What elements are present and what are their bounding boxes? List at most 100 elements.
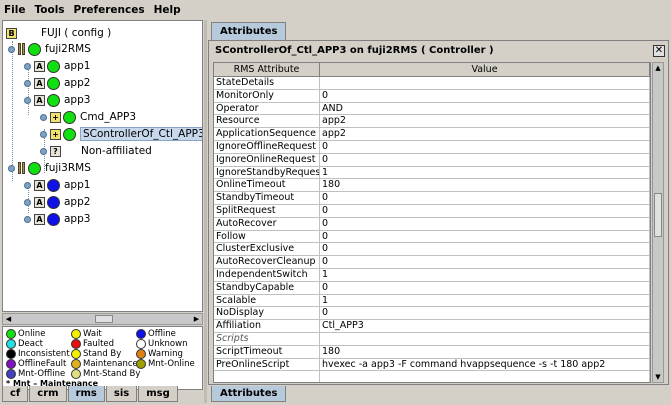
table-row[interactable]: Scripts <box>214 332 650 346</box>
expand-knob-icon[interactable] <box>8 45 15 53</box>
table-row[interactable]: IndependentSwitch 1 <box>214 268 650 282</box>
menu-help[interactable]: Help <box>154 4 181 16</box>
tab-cf[interactable]: cf <box>2 386 29 402</box>
scrollbar-thumb[interactable] <box>654 193 662 237</box>
column-header-value[interactable]: Value <box>320 63 650 76</box>
menu-file[interactable]: File <box>4 4 26 16</box>
legend-status-icon <box>136 329 146 339</box>
table-row[interactable]: AutoRecoverCleanup 0 <box>214 256 650 269</box>
expand-knob-icon[interactable] <box>24 96 31 104</box>
table-row[interactable]: IgnoreOfflineRequest 0 <box>214 140 650 154</box>
expand-knob-icon[interactable] <box>24 62 31 70</box>
expand-knob-icon[interactable] <box>24 79 31 87</box>
legend-item: Stand By <box>71 349 121 359</box>
tree-node-cmd-app3[interactable]: + Cmd_APP3 <box>40 109 136 125</box>
table-row[interactable]: SplitRequest 0 <box>214 204 650 218</box>
column-header-attribute[interactable]: RMS Attribute <box>214 63 320 76</box>
tree-node-scontroller[interactable]: + SControllerOf_Ctl_APP3 <box>40 126 202 142</box>
expand-knob-icon[interactable] <box>24 181 31 189</box>
expand-knob-icon[interactable] <box>8 164 15 172</box>
table-row[interactable]: StandbyTimeout 0 <box>214 192 650 205</box>
legend-label: Wait <box>83 329 102 339</box>
config-icon: B <box>6 27 17 39</box>
table-vertical-scrollbar[interactable]: ▲ ▼ <box>652 62 664 383</box>
tree-horizontal-scrollbar[interactable]: ◀ ▶ <box>2 313 203 325</box>
expand-knob-icon[interactable] <box>24 215 31 223</box>
attribute-name-cell: OnlineTimeout <box>214 179 320 192</box>
attributes-title: SControllerOf_Ctl_APP3 on fuji2RMS ( Con… <box>215 45 494 56</box>
tree-node-app2[interactable]: A app2 <box>24 75 90 91</box>
close-icon[interactable]: ✕ <box>653 45 665 57</box>
table-row[interactable]: Resource app2 <box>214 115 650 129</box>
table-row[interactable]: Operator AND <box>214 102 650 116</box>
table-row[interactable]: Follow 0 <box>214 230 650 244</box>
table-row[interactable]: PreOnlineScript hvexec -a app3 -F command… <box>214 358 650 372</box>
tree-node-app1[interactable]: A app1 <box>24 177 90 193</box>
left-panel: B FUJI ( config ) fuji2RMS A app1 A app2… <box>2 20 203 390</box>
table-row[interactable]: ScriptTimeout 180 <box>214 345 650 359</box>
attribute-value-cell: app2 <box>320 128 650 140</box>
table-row[interactable]: IgnoreStandbyRequest 1 <box>214 166 650 180</box>
legend-status-icon <box>71 339 81 349</box>
application-icon: A <box>34 213 45 225</box>
node-icon <box>18 162 26 174</box>
attribute-value-cell: 0 <box>320 256 650 268</box>
legend-status-icon <box>71 369 81 379</box>
table-row[interactable]: StandbyCapable 0 <box>214 281 650 295</box>
expand-knob-icon[interactable] <box>24 198 31 206</box>
table-row[interactable]: IgnoreOnlineRequest 0 <box>214 153 650 167</box>
table-row[interactable]: OnlineTimeout 180 <box>214 179 650 193</box>
table-row[interactable]: Scalable 1 <box>214 294 650 308</box>
menu-tools[interactable]: Tools <box>35 4 65 16</box>
scroll-right-icon[interactable]: ▶ <box>191 314 202 324</box>
attribute-value-cell: Ctl_APP3 <box>320 320 650 332</box>
table-row[interactable]: NoDisplay 0 <box>214 307 650 321</box>
menu-bar: File Tools Preferences Help <box>0 0 671 19</box>
tree-root[interactable]: B FUJI ( config ) <box>6 25 111 41</box>
status-online-icon <box>47 59 60 73</box>
legend-status-icon <box>71 359 81 369</box>
attribute-value-cell: 1 <box>320 268 650 281</box>
legend-status-icon <box>71 349 81 359</box>
attribute-value-cell <box>320 77 650 89</box>
tab-attributes-bottom[interactable]: Attributes <box>211 386 287 402</box>
attribute-value-cell: 0 <box>320 217 650 230</box>
application-icon: A <box>34 77 45 89</box>
tree-node-app1[interactable]: A app1 <box>24 58 90 74</box>
attribute-value-cell <box>320 371 650 382</box>
expand-knob-icon[interactable] <box>40 130 47 138</box>
tab-sis[interactable]: sis <box>105 386 138 402</box>
legend-label: Offline <box>148 329 176 339</box>
tree-node-fuji3rms[interactable]: fuji3RMS <box>8 160 91 176</box>
scroll-left-icon[interactable]: ◀ <box>3 314 14 324</box>
tab-msg[interactable]: msg <box>138 386 178 402</box>
scrollbar-thumb[interactable] <box>95 315 113 323</box>
expand-knob-icon[interactable] <box>40 147 47 155</box>
status-online-icon <box>28 42 41 56</box>
tree-node-app3[interactable]: A app3 <box>24 211 90 227</box>
attribute-value-cell: app2 <box>320 115 650 128</box>
legend-item: Online <box>6 329 45 339</box>
attributes-panel: SControllerOf_Ctl_APP3 on fuji2RMS ( Con… <box>208 40 669 385</box>
scroll-up-icon[interactable]: ▲ <box>653 63 663 73</box>
menu-preferences[interactable]: Preferences <box>74 4 145 16</box>
scroll-down-icon[interactable]: ▼ <box>653 372 663 382</box>
tree-node-fuji2rms[interactable]: fuji2RMS <box>8 41 91 57</box>
tab-crm[interactable]: crm <box>29 386 67 402</box>
table-row[interactable]: ApplicationSequence app2 <box>214 128 650 141</box>
table-row[interactable]: Affiliation Ctl_APP3 <box>214 320 650 333</box>
table-row[interactable]: ClusterExclusive 0 <box>214 243 650 257</box>
legend-item: Deact <box>6 339 43 349</box>
tree-node-non-affiliated[interactable]: ? Non-affiliated <box>40 143 152 159</box>
table-row[interactable]: AutoRecover 0 <box>214 217 650 231</box>
tree-node-app3[interactable]: A app3 <box>24 92 90 108</box>
tree-node-app2[interactable]: A app2 <box>24 194 90 210</box>
table-row[interactable] <box>214 371 650 382</box>
tab-attributes-top[interactable]: Attributes <box>211 22 287 40</box>
panel-splitter[interactable] <box>204 20 207 403</box>
table-row[interactable]: StateDetails <box>214 77 650 90</box>
table-row[interactable]: MonitorOnly 0 <box>214 89 650 103</box>
expand-knob-icon[interactable] <box>40 113 47 121</box>
legend-item: Wait <box>71 329 102 339</box>
tab-rms[interactable]: rms <box>67 386 105 402</box>
